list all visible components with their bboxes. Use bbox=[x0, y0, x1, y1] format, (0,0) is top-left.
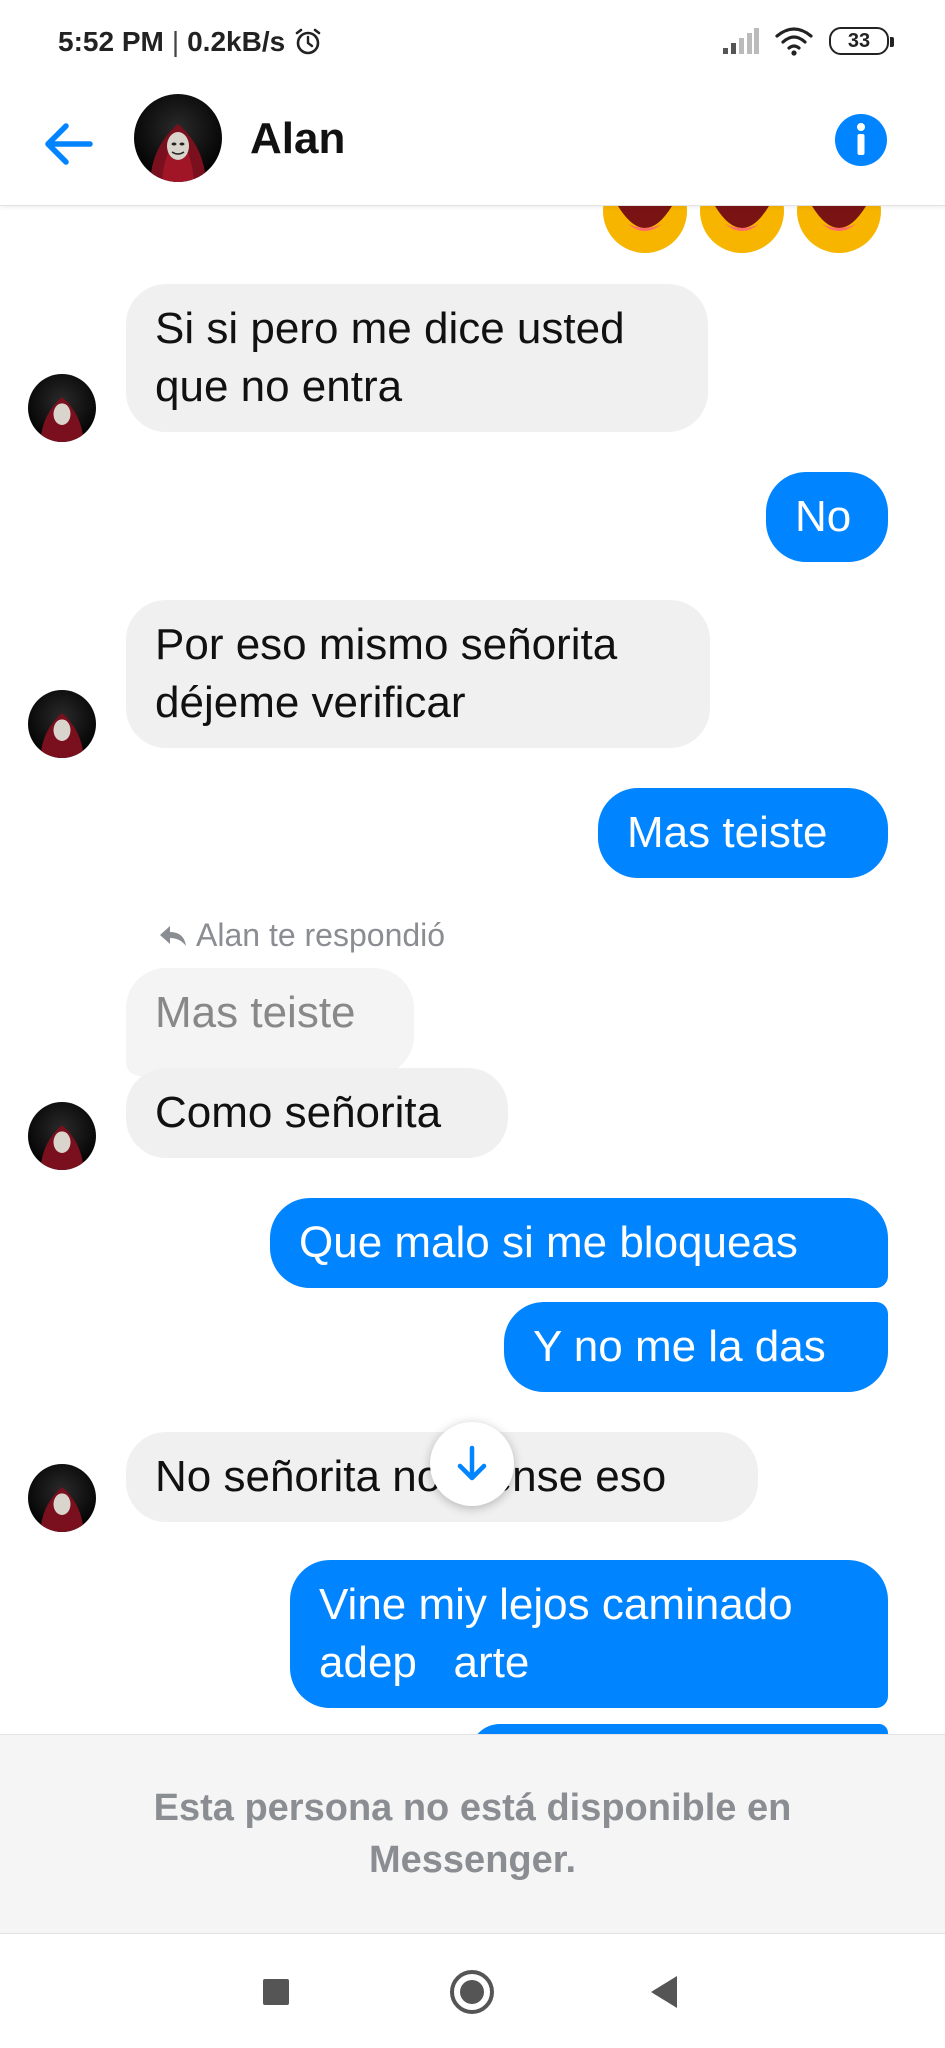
arrow-down-icon bbox=[457, 1445, 487, 1481]
status-left: 5:52 PM | 0.2kB/s bbox=[58, 26, 323, 58]
reply-note-text: Alan te respondió bbox=[196, 917, 446, 953]
hooded-figure-image bbox=[40, 1125, 84, 1170]
back-button[interactable] bbox=[38, 114, 98, 174]
home-button[interactable] bbox=[444, 1964, 500, 2020]
laughing-emoji-icon bbox=[700, 206, 784, 253]
recents-square-icon bbox=[263, 1979, 289, 2005]
back-nav-button[interactable] bbox=[636, 1964, 692, 2020]
network-speed: 0.2kB/s bbox=[187, 26, 286, 57]
message-bubble-outgoing[interactable]: Vine miy lejos caminado adep arte bbox=[290, 1560, 888, 1708]
message-bubble-incoming[interactable]: Si si pero me dice usted que no entra bbox=[126, 284, 708, 432]
hooded-figure-image bbox=[150, 124, 206, 182]
status-time: 5:52 PM bbox=[58, 26, 164, 57]
sender-avatar[interactable] bbox=[28, 690, 96, 758]
info-icon bbox=[835, 114, 887, 166]
status-bar: 5:52 PM | 0.2kB/s 33 bbox=[0, 0, 945, 88]
message-bubble-incoming[interactable]: Por eso mismo señorita déjeme verificar bbox=[126, 600, 710, 748]
sender-avatar[interactable] bbox=[28, 1102, 96, 1170]
sender-avatar[interactable] bbox=[28, 1464, 96, 1532]
signal-icon bbox=[723, 28, 759, 54]
laughing-emoji-icon bbox=[603, 206, 687, 253]
message-bubble-outgoing[interactable]: No bbox=[766, 472, 888, 562]
message-bubble-outgoing[interactable]: Y no me la das bbox=[504, 1302, 888, 1392]
recents-button[interactable] bbox=[248, 1964, 304, 2020]
status-right: 33 bbox=[723, 26, 894, 56]
info-button[interactable] bbox=[833, 112, 889, 168]
message-bubble-outgoing[interactable]: Mas teiste bbox=[598, 788, 888, 878]
back-arrow-icon bbox=[45, 123, 93, 165]
message-bubble-outgoing[interactable]: Que malo si me bloqueas bbox=[270, 1198, 888, 1288]
reply-arrow-icon bbox=[160, 925, 186, 946]
hooded-figure-image bbox=[40, 713, 84, 758]
hooded-figure-image bbox=[40, 397, 84, 442]
laughing-emoji-icon bbox=[797, 206, 881, 253]
unavailable-notice-text: Esta persona no está disponible en Messe… bbox=[153, 1787, 792, 1881]
battery-level: 33 bbox=[847, 29, 871, 52]
contact-avatar[interactable] bbox=[134, 94, 222, 182]
sender-avatar[interactable] bbox=[28, 374, 96, 442]
hooded-figure-image bbox=[40, 1487, 84, 1532]
conversation-header: Alan bbox=[0, 88, 945, 206]
home-circle-icon bbox=[450, 1970, 494, 2014]
message-bubble-outgoing-partial[interactable] bbox=[470, 1724, 888, 1734]
unavailable-notice: Esta persona no está disponible en Messe… bbox=[0, 1734, 945, 1934]
wifi-icon bbox=[775, 27, 813, 56]
contact-name[interactable]: Alan bbox=[250, 114, 345, 164]
alarm-icon bbox=[295, 28, 321, 55]
reply-indicator: Alan te respondió bbox=[158, 917, 445, 954]
back-triangle-icon bbox=[651, 1976, 677, 2008]
navigation-bar bbox=[0, 1934, 945, 2048]
status-separator: | bbox=[171, 26, 180, 57]
battery-icon: 33 bbox=[829, 27, 894, 55]
message-bubble-incoming[interactable]: Como señorita bbox=[126, 1068, 508, 1158]
scroll-to-bottom-button[interactable] bbox=[430, 1422, 514, 1506]
quoted-message[interactable]: Mas teiste bbox=[126, 968, 414, 1076]
